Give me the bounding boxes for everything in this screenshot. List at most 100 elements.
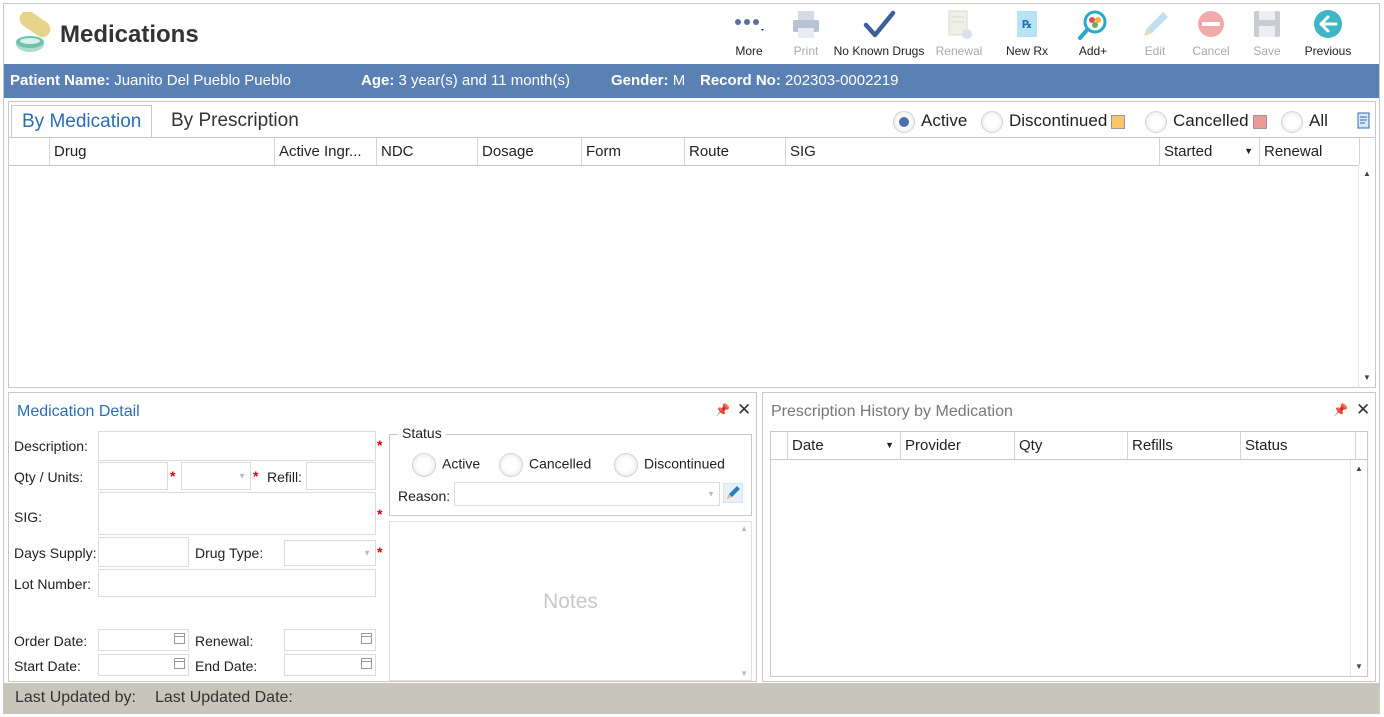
scroll-down-icon[interactable]: ▼ bbox=[1351, 660, 1367, 674]
history-grid-scrollbar[interactable]: ▲ ▼ bbox=[1350, 460, 1367, 676]
renewal-date-label: Renewal: bbox=[195, 633, 254, 649]
discontinued-color-swatch bbox=[1111, 114, 1126, 129]
medications-grid-scrollbar[interactable]: ▲ ▼ bbox=[1358, 165, 1375, 387]
drug-type-select[interactable]: ▼ bbox=[284, 540, 376, 566]
column-provider[interactable]: Provider bbox=[900, 432, 1014, 459]
calendar-icon[interactable] bbox=[361, 633, 372, 644]
scroll-down-icon[interactable]: ▼ bbox=[740, 669, 748, 678]
radio-unchecked-icon bbox=[1281, 110, 1303, 133]
filter-cancelled-radio[interactable]: Cancelled bbox=[1145, 109, 1267, 135]
last-updated-by-label: Last Updated by: bbox=[15, 689, 136, 706]
lot-number-input[interactable] bbox=[98, 569, 376, 597]
filter-discontinued-radio[interactable]: Discontinued bbox=[981, 109, 1126, 135]
medications-panel: By Medication By Prescription Active Dis… bbox=[8, 101, 1376, 388]
refill-input[interactable] bbox=[306, 462, 376, 490]
add-button[interactable]: Add+ bbox=[1065, 4, 1121, 64]
more-button[interactable]: More bbox=[719, 4, 779, 64]
previous-button[interactable]: Previous bbox=[1297, 4, 1359, 64]
scroll-up-icon[interactable]: ▲ bbox=[1351, 462, 1367, 476]
column-sig[interactable]: SIG bbox=[785, 138, 1159, 165]
required-marker: * bbox=[377, 544, 383, 560]
order-date-input[interactable] bbox=[98, 629, 189, 651]
end-date-input[interactable] bbox=[284, 654, 376, 676]
scroll-up-icon[interactable]: ▲ bbox=[1359, 167, 1375, 181]
column-status[interactable]: Status bbox=[1240, 432, 1355, 459]
column-route[interactable]: Route bbox=[684, 138, 785, 165]
save-label: Save bbox=[1253, 44, 1281, 58]
floppy-disk-icon bbox=[1254, 11, 1280, 37]
medications-window: Medications More Print No Known Drugs Re… bbox=[3, 3, 1380, 714]
calendar-icon[interactable] bbox=[361, 658, 372, 669]
required-marker: * bbox=[377, 437, 383, 453]
scroll-down-icon[interactable]: ▼ bbox=[1359, 371, 1375, 385]
notes-textarea[interactable]: Notes ▲ ▼ bbox=[389, 521, 752, 681]
cancel-label: Cancel bbox=[1192, 44, 1230, 58]
description-label: Description: bbox=[14, 438, 88, 454]
edit-label: Edit bbox=[1144, 44, 1166, 58]
new-rx-label: New Rx bbox=[1005, 44, 1048, 58]
column-date[interactable]: Date ▼ bbox=[787, 432, 900, 459]
status-discontinued-radio[interactable]: Discontinued bbox=[614, 453, 725, 477]
tab-by-prescription[interactable]: By Prescription bbox=[161, 105, 309, 137]
column-form[interactable]: Form bbox=[581, 138, 684, 165]
print-button[interactable]: Print bbox=[781, 4, 831, 64]
qty-input[interactable] bbox=[98, 462, 168, 490]
filter-all-radio[interactable]: All bbox=[1281, 109, 1328, 135]
renewal-button[interactable]: Renewal bbox=[931, 4, 987, 64]
new-rx-button[interactable]: ℞ New Rx bbox=[999, 4, 1055, 64]
renewal-label: Renewal bbox=[935, 44, 983, 58]
renewal-document-icon bbox=[948, 10, 972, 39]
start-date-input[interactable] bbox=[98, 654, 189, 676]
description-input[interactable] bbox=[98, 431, 376, 461]
column-ndc[interactable]: NDC bbox=[376, 138, 477, 165]
column-refills[interactable]: Refills bbox=[1127, 432, 1240, 459]
sig-input[interactable] bbox=[98, 492, 376, 535]
status-active-radio[interactable]: Active bbox=[412, 453, 480, 477]
filter-active-radio[interactable]: Active bbox=[893, 109, 967, 135]
status-cancelled-radio[interactable]: Cancelled bbox=[499, 453, 591, 477]
required-marker: * bbox=[170, 468, 176, 484]
last-updated-date-label: Last Updated Date: bbox=[155, 689, 293, 706]
scroll-up-icon[interactable]: ▲ bbox=[740, 524, 748, 533]
printer-icon bbox=[793, 11, 819, 38]
pin-icon[interactable]: 📌 bbox=[715, 403, 730, 417]
units-select[interactable]: ▼ bbox=[181, 462, 251, 490]
export-document-icon[interactable] bbox=[1357, 112, 1373, 130]
medication-detail-title: Medication Detail bbox=[17, 403, 140, 420]
column-started[interactable]: Started ▼ bbox=[1159, 138, 1259, 165]
tab-by-medication[interactable]: By Medication bbox=[11, 105, 153, 139]
chevron-down-icon: ▼ bbox=[363, 548, 371, 558]
patient-record-number: Record No: 202303-0002219 bbox=[700, 72, 899, 89]
patient-gender: Gender: M bbox=[611, 72, 686, 89]
calendar-icon[interactable] bbox=[174, 658, 185, 669]
reason-select[interactable]: ▼ bbox=[454, 482, 720, 506]
history-grid-header: Date ▼ Provider Qty Refills Status bbox=[771, 432, 1367, 460]
column-active-ingredient[interactable]: Active Ingr... bbox=[274, 138, 376, 165]
required-marker: * bbox=[377, 506, 383, 522]
column-drug[interactable]: Drug bbox=[49, 138, 274, 165]
drug-type-label: Drug Type: bbox=[195, 545, 264, 561]
close-icon[interactable]: ✕ bbox=[737, 400, 751, 420]
pin-icon[interactable]: 📌 bbox=[1333, 403, 1348, 417]
edit-button[interactable]: Edit bbox=[1127, 4, 1183, 64]
save-button[interactable]: Save bbox=[1239, 4, 1295, 64]
more-label: More bbox=[735, 44, 763, 58]
renewal-date-input[interactable] bbox=[284, 629, 376, 651]
days-supply-input[interactable] bbox=[98, 537, 189, 567]
radio-unchecked-icon bbox=[499, 453, 523, 477]
no-known-drugs-button[interactable]: No Known Drugs bbox=[831, 4, 927, 64]
column-dosage[interactable]: Dosage bbox=[477, 138, 581, 165]
column-qty[interactable]: Qty bbox=[1014, 432, 1127, 459]
print-label: Print bbox=[793, 44, 819, 58]
status-legend: Status bbox=[398, 425, 446, 441]
medication-detail-panel: Medication Detail 📌 ✕ Description: * Qty… bbox=[8, 392, 757, 682]
cancel-button[interactable]: Cancel bbox=[1183, 4, 1239, 64]
medications-app-icon bbox=[16, 12, 51, 52]
qty-units-label: Qty / Units: bbox=[14, 469, 84, 485]
chevron-down-icon: ▼ bbox=[238, 471, 246, 481]
column-renewal[interactable]: Renewal bbox=[1259, 138, 1359, 165]
close-icon[interactable]: ✕ bbox=[1356, 400, 1370, 420]
status-group: Status Active Cancelled Discontinued Rea… bbox=[389, 425, 752, 516]
calendar-icon[interactable] bbox=[174, 633, 185, 644]
edit-reason-pencil-icon[interactable] bbox=[723, 483, 743, 503]
